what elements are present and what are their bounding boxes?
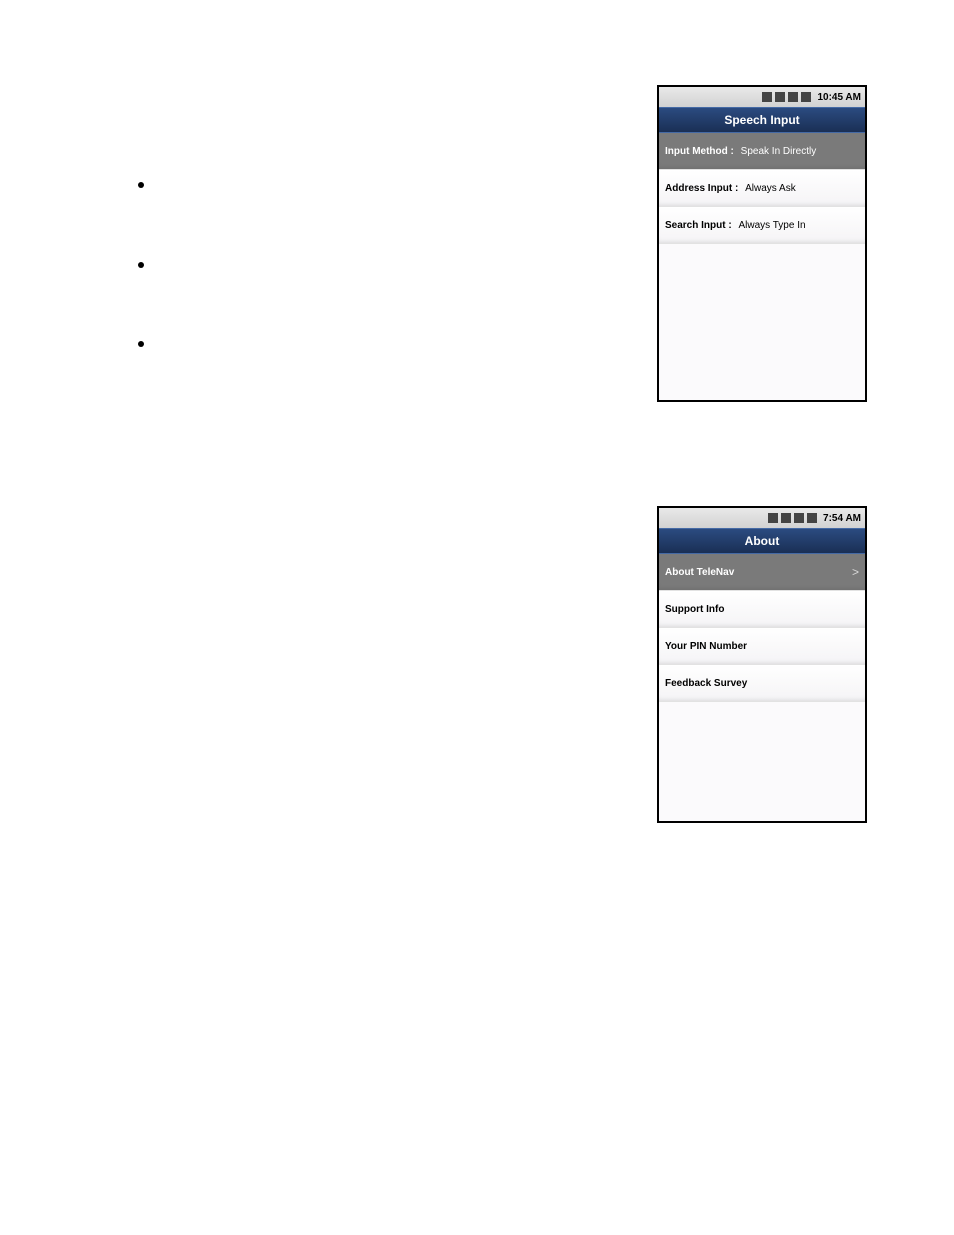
screen-title: Speech Input xyxy=(659,107,865,133)
status-bar: 7:54 AM xyxy=(659,508,865,528)
bluetooth-icon xyxy=(768,513,778,523)
row-about-telenav[interactable]: About TeleNav > xyxy=(659,554,865,591)
data-icon xyxy=(781,513,791,523)
row-label: About TeleNav xyxy=(665,567,734,578)
row-label: Feedback Survey xyxy=(665,678,747,689)
status-time: 10:45 AM xyxy=(817,92,861,103)
row-label: Your PIN Number xyxy=(665,641,747,652)
phone-inner: 10:45 AM Speech Input Input Method : Spe… xyxy=(659,87,865,400)
chevron-right-icon: > xyxy=(852,565,859,579)
row-sep-space xyxy=(736,146,739,157)
row-search-input[interactable]: Search Input : Always Type In xyxy=(659,207,865,244)
signal-icon xyxy=(794,513,804,523)
row-value: Always Ask xyxy=(745,183,796,194)
empty-area xyxy=(659,702,865,821)
help-icon xyxy=(807,513,817,523)
empty-area xyxy=(659,244,865,400)
data-icon xyxy=(775,92,785,102)
row-sep-space xyxy=(734,220,737,231)
row-label: Support Info xyxy=(665,604,724,615)
speech-input-screenshot: 10:45 AM Speech Input Input Method : Spe… xyxy=(657,85,867,402)
bluetooth-icon xyxy=(762,92,772,102)
about-screenshot: 7:54 AM About About TeleNav > Support In… xyxy=(657,506,867,823)
row-pin-number[interactable]: Your PIN Number xyxy=(659,628,865,665)
row-support-info[interactable]: Support Info xyxy=(659,591,865,628)
row-label: Address Input : xyxy=(665,183,738,194)
signal-icon xyxy=(788,92,798,102)
row-label: Search Input : xyxy=(665,220,732,231)
phone-inner: 7:54 AM About About TeleNav > Support In… xyxy=(659,508,865,821)
row-value: Speak In Directly xyxy=(741,146,817,157)
row-sep-space xyxy=(740,183,743,194)
document-page: 10:45 AM Speech Input Input Method : Spe… xyxy=(0,0,954,1235)
row-value: Always Type In xyxy=(738,220,805,231)
row-address-input[interactable]: Address Input : Always Ask xyxy=(659,170,865,207)
help-icon xyxy=(801,92,811,102)
status-bar: 10:45 AM xyxy=(659,87,865,107)
row-feedback-survey[interactable]: Feedback Survey xyxy=(659,665,865,702)
row-input-method[interactable]: Input Method : Speak In Directly xyxy=(659,133,865,170)
status-time: 7:54 AM xyxy=(823,513,861,524)
screen-title: About xyxy=(659,528,865,554)
row-label: Input Method : xyxy=(665,146,734,157)
